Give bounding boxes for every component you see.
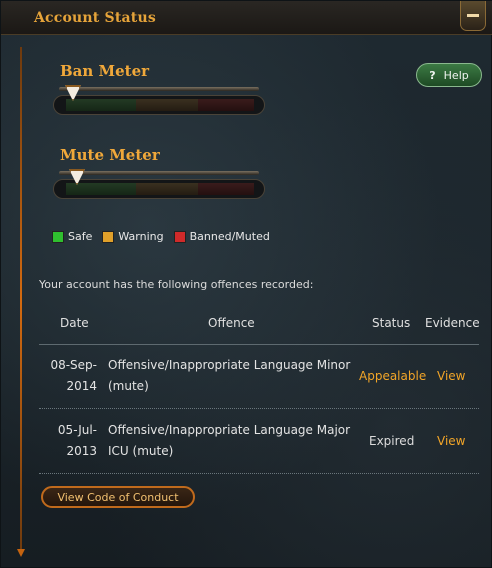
legend-item-safe: Safe — [52, 230, 92, 243]
table-row-divider — [39, 473, 479, 474]
account-status-window: Account Status Ban Meter ? Help Mute Met… — [0, 0, 492, 568]
offence-line: Offensive/Inappropriate Language Major — [108, 423, 351, 437]
legend-swatch — [102, 230, 115, 243]
status-appealable-link[interactable]: Appealable — [359, 366, 426, 387]
legend-swatch — [52, 230, 64, 243]
mute-meter-rail — [59, 171, 259, 175]
table-row-divider — [39, 408, 479, 409]
date-line: 05-Jul- — [57, 423, 97, 437]
decorative-line-tip-icon — [17, 549, 25, 557]
table-cell-offence: Offensive/Inappropriate Language Major I… — [108, 420, 350, 462]
offence-line: Offensive/Inappropriate Language Minor — [108, 358, 351, 372]
question-icon: ? — [429, 68, 436, 82]
date-line: 2014 — [66, 379, 97, 393]
column-header-status: Status — [372, 316, 411, 330]
title-bar: Account Status — [1, 1, 492, 35]
meter-legend: Safe Warning Banned/Muted — [52, 230, 280, 243]
offence-line: ICU (mute) — [108, 444, 174, 458]
ban-meter — [53, 85, 265, 115]
window-title: Account Status — [34, 10, 156, 26]
legend-item-warning: Warning — [102, 230, 164, 243]
column-header-date: Date — [60, 316, 89, 330]
mute-meter-warning-zone — [136, 183, 198, 195]
mute-meter-muted-zone — [198, 183, 254, 195]
ban-meter-title: Ban Meter — [60, 62, 150, 80]
help-label: Help — [443, 68, 469, 82]
ban-meter-rail — [59, 87, 259, 91]
legend-swatch — [173, 230, 186, 243]
decorative-side-line — [20, 47, 22, 555]
date-line: 08-Sep- — [50, 358, 97, 372]
column-header-offence: Offence — [208, 316, 255, 330]
offences-intro-text: Your account has the following offences … — [39, 278, 314, 291]
offence-line: (mute) — [108, 379, 149, 393]
legend-item-banned-muted: Banned/Muted — [173, 230, 270, 243]
table-cell-date: 08-Sep- 2014 — [50, 355, 97, 397]
evidence-view-link[interactable]: View — [437, 431, 465, 452]
ban-meter-safe-zone — [66, 99, 136, 111]
table-header-divider — [39, 344, 479, 345]
minimize-icon — [467, 14, 479, 17]
code-of-conduct-label: View Code of Conduct — [57, 490, 179, 504]
table-cell-date: 05-Jul- 2013 — [50, 420, 97, 462]
mute-meter-track — [53, 179, 265, 199]
mute-meter — [53, 169, 265, 199]
ban-meter-track — [53, 95, 265, 115]
date-line: 2013 — [66, 444, 97, 458]
table-cell-offence: Offensive/Inappropriate Language Minor (… — [108, 355, 350, 397]
help-button[interactable]: ? Help — [416, 63, 482, 87]
legend-label: Safe — [68, 230, 93, 243]
mute-meter-title: Mute Meter — [60, 146, 160, 164]
column-header-evidence: Evidence — [425, 316, 480, 330]
view-code-of-conduct-button[interactable]: View Code of Conduct — [41, 486, 195, 508]
minimize-button[interactable] — [460, 1, 486, 31]
status-expired-text: Expired — [369, 434, 415, 448]
ban-meter-banned-zone — [198, 99, 254, 111]
mute-meter-safe-zone — [66, 183, 136, 195]
ban-meter-warning-zone — [136, 99, 198, 111]
evidence-view-link[interactable]: View — [437, 366, 465, 387]
legend-label: Warning — [118, 230, 164, 243]
legend-label: Banned/Muted — [189, 230, 270, 243]
